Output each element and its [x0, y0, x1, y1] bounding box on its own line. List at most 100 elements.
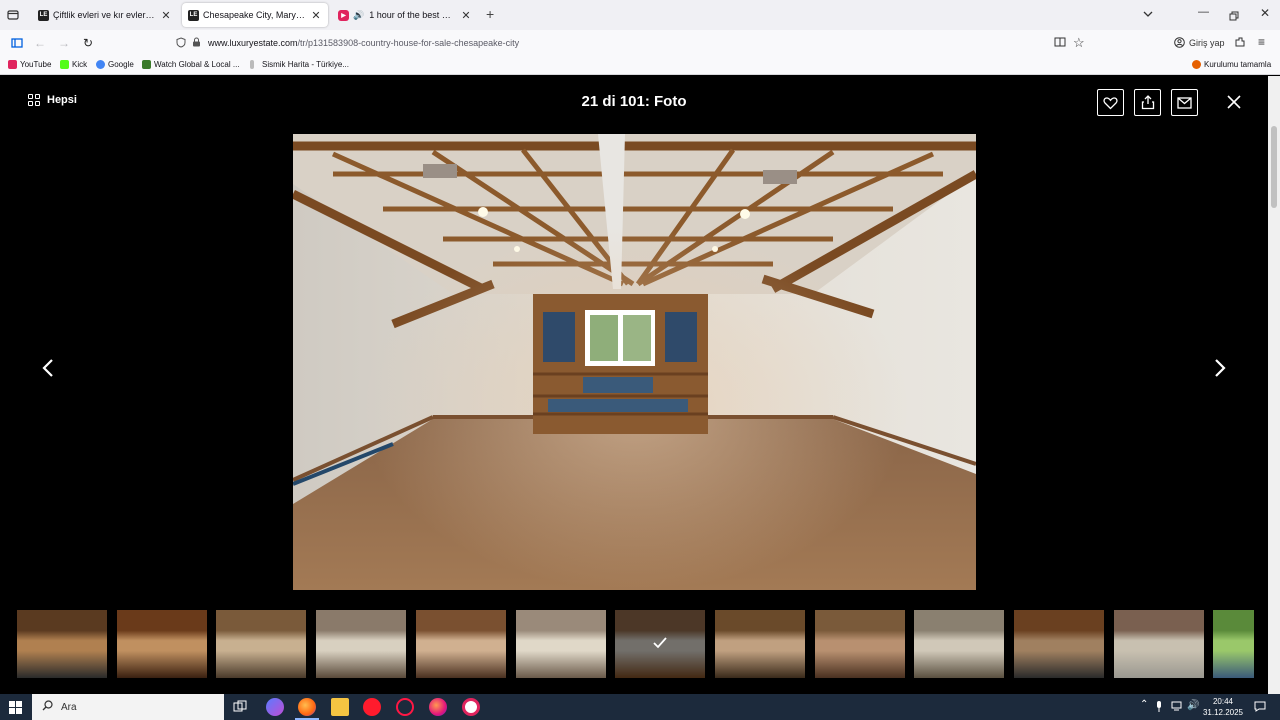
- checkmark-icon: [653, 637, 667, 649]
- windows-taskbar: Ara ⌃ 🔊 20:44 31.12.2025: [0, 694, 1280, 720]
- tab-youtube-christmas[interactable]: ▶ 🔊 1 hour of the best Christma ✕: [332, 3, 478, 27]
- bookmark-google[interactable]: Google: [96, 60, 134, 69]
- speaker-icon[interactable]: 🔊: [353, 10, 364, 21]
- steam-app-icon[interactable]: [462, 698, 480, 716]
- windows-logo-icon: [9, 701, 22, 714]
- forward-button[interactable]: →: [55, 34, 73, 52]
- close-icon: [1227, 95, 1241, 109]
- bookmark-label: Kick: [72, 60, 88, 69]
- browser-tab-bar: LE Çiftlik evleri ve kır evleri satılık …: [0, 0, 1280, 30]
- tab-farmhouses[interactable]: LE Çiftlik evleri ve kır evleri satılık …: [32, 3, 178, 27]
- search-placeholder: Ara: [61, 701, 77, 713]
- shield-icon[interactable]: [176, 36, 186, 50]
- back-button[interactable]: ←: [31, 34, 49, 52]
- tab-title: Çiftlik evleri ve kır evleri satılık - A: [53, 10, 156, 20]
- lock-icon[interactable]: [192, 37, 201, 49]
- bookmark-watch-global[interactable]: Watch Global & Local ...: [142, 60, 240, 69]
- url-bar[interactable]: www.luxuryestate.com /tr/p131583908-coun…: [176, 33, 1096, 53]
- reload-button[interactable]: ↻: [79, 34, 97, 52]
- previous-photo-button[interactable]: [36, 355, 60, 381]
- menu-hamburger-icon[interactable]: ≡: [1258, 35, 1265, 49]
- bookmark-sismik-harita[interactable]: Sismik Harita - Türkiye...: [250, 60, 349, 69]
- tab-overflow-chevron-icon[interactable]: [1142, 7, 1154, 25]
- main-photo[interactable]: [293, 134, 976, 590]
- firefox-dev-app-icon[interactable]: [429, 698, 447, 716]
- photo-gallery-viewer: Hepsi 21 di 101: Foto: [0, 76, 1268, 694]
- url-path: /tr/p131583908-country-house-for-sale-ch…: [297, 38, 520, 48]
- page-scrollbar[interactable]: [1268, 76, 1280, 694]
- firefox-app-icon[interactable]: [295, 698, 319, 720]
- thumbnail-12[interactable]: [1113, 610, 1204, 678]
- tab-chesapeake[interactable]: LE Chesapeake City, Maryland, sat ✕: [182, 3, 328, 27]
- thumbnail-6[interactable]: [515, 610, 606, 678]
- url-host: www.luxuryestate.com: [208, 38, 298, 48]
- network-icon[interactable]: [1171, 701, 1182, 714]
- sidebar-toggle-icon[interactable]: [8, 34, 26, 52]
- heart-icon: [1103, 96, 1118, 109]
- thumbnail-11[interactable]: [1014, 610, 1104, 678]
- restore-window-button[interactable]: [1229, 8, 1239, 26]
- minimize-window-button[interactable]: —: [1198, 6, 1209, 18]
- bookmark-label: YouTube: [20, 60, 52, 69]
- taskbar-search-box[interactable]: Ara: [32, 694, 224, 720]
- chevron-left-icon: [42, 359, 53, 377]
- thumbnail-7[interactable]: [615, 610, 706, 678]
- email-contact-button[interactable]: [1171, 89, 1198, 116]
- next-photo-button[interactable]: [1208, 355, 1232, 381]
- copilot-app-icon[interactable]: [266, 698, 284, 716]
- search-icon: [42, 700, 53, 714]
- firefox-setup-icon: [1192, 60, 1201, 69]
- account-button[interactable]: Giriş yap: [1174, 37, 1225, 48]
- favorite-button[interactable]: [1097, 89, 1124, 116]
- reader-view-icon[interactable]: [1054, 36, 1066, 51]
- close-tab-icon[interactable]: ✕: [460, 9, 472, 22]
- microphone-icon[interactable]: [1155, 701, 1163, 715]
- file-explorer-app-icon[interactable]: [331, 698, 349, 716]
- thumbnail-1[interactable]: [17, 610, 107, 678]
- thumbnail-9[interactable]: [814, 610, 905, 678]
- opera-gx-app-icon[interactable]: [396, 698, 414, 716]
- bookmark-label: Watch Global & Local ...: [154, 60, 240, 69]
- bookmark-label: Sismik Harita - Türkiye...: [262, 60, 349, 69]
- notifications-icon[interactable]: [1254, 701, 1266, 715]
- tab-title: 1 hour of the best Christma: [369, 10, 456, 20]
- bookmark-kick[interactable]: Kick: [60, 60, 87, 69]
- share-icon: [1141, 95, 1154, 110]
- youtube-icon: [8, 60, 17, 69]
- close-tab-icon[interactable]: ✕: [160, 9, 172, 22]
- share-button[interactable]: [1134, 89, 1161, 116]
- task-view-icon[interactable]: [233, 700, 247, 719]
- close-tab-icon[interactable]: ✕: [310, 9, 322, 22]
- system-clock[interactable]: 20:44 31.12.2025: [1198, 696, 1248, 718]
- complete-setup-label: Kurulumu tamamla: [1204, 60, 1272, 69]
- google-icon: [96, 60, 105, 69]
- thumbnail-8[interactable]: [714, 610, 805, 678]
- thumbnail-4[interactable]: [316, 610, 407, 678]
- luxuryestate-favicon-icon: LE: [38, 9, 49, 21]
- youtube-favicon-icon: ▶: [338, 9, 349, 21]
- scrollbar-thumb[interactable]: [1271, 126, 1277, 208]
- tab-list-icon[interactable]: [6, 8, 20, 22]
- bookmark-star-icon[interactable]: ☆: [1073, 35, 1085, 51]
- close-window-button[interactable]: ✕: [1260, 6, 1270, 20]
- start-button[interactable]: [9, 701, 22, 719]
- thumbnail-3[interactable]: [216, 610, 307, 678]
- thumbnail-2[interactable]: [116, 610, 207, 678]
- thumbnail-5[interactable]: [415, 610, 506, 678]
- show-hidden-icons-chevron-icon[interactable]: ⌃: [1140, 699, 1148, 710]
- extensions-icon[interactable]: [1234, 36, 1246, 51]
- luxuryestate-favicon-icon: LE: [188, 9, 199, 21]
- thumbnail-strip: [0, 610, 1268, 678]
- envelope-icon: [1177, 96, 1192, 109]
- bookmark-youtube[interactable]: YouTube: [8, 60, 51, 69]
- new-tab-button[interactable]: +: [486, 6, 494, 22]
- tab-title: Chesapeake City, Maryland, sat: [203, 10, 306, 20]
- bookmarks-bar: YouTube Kick Google Watch Global & Local…: [0, 56, 1280, 75]
- opera-app-icon[interactable]: [363, 698, 381, 716]
- photo-counter-title: 21 di 101: Foto: [581, 93, 687, 110]
- close-gallery-button[interactable]: [1224, 91, 1244, 113]
- thumbnail-10[interactable]: [914, 610, 1005, 678]
- complete-setup-button[interactable]: Kurulumu tamamla: [1192, 60, 1271, 69]
- browser-nav-bar: ← → ↻ www.luxuryestate.com /tr/p13158390…: [0, 30, 1280, 56]
- thumbnail-13[interactable]: [1213, 610, 1255, 678]
